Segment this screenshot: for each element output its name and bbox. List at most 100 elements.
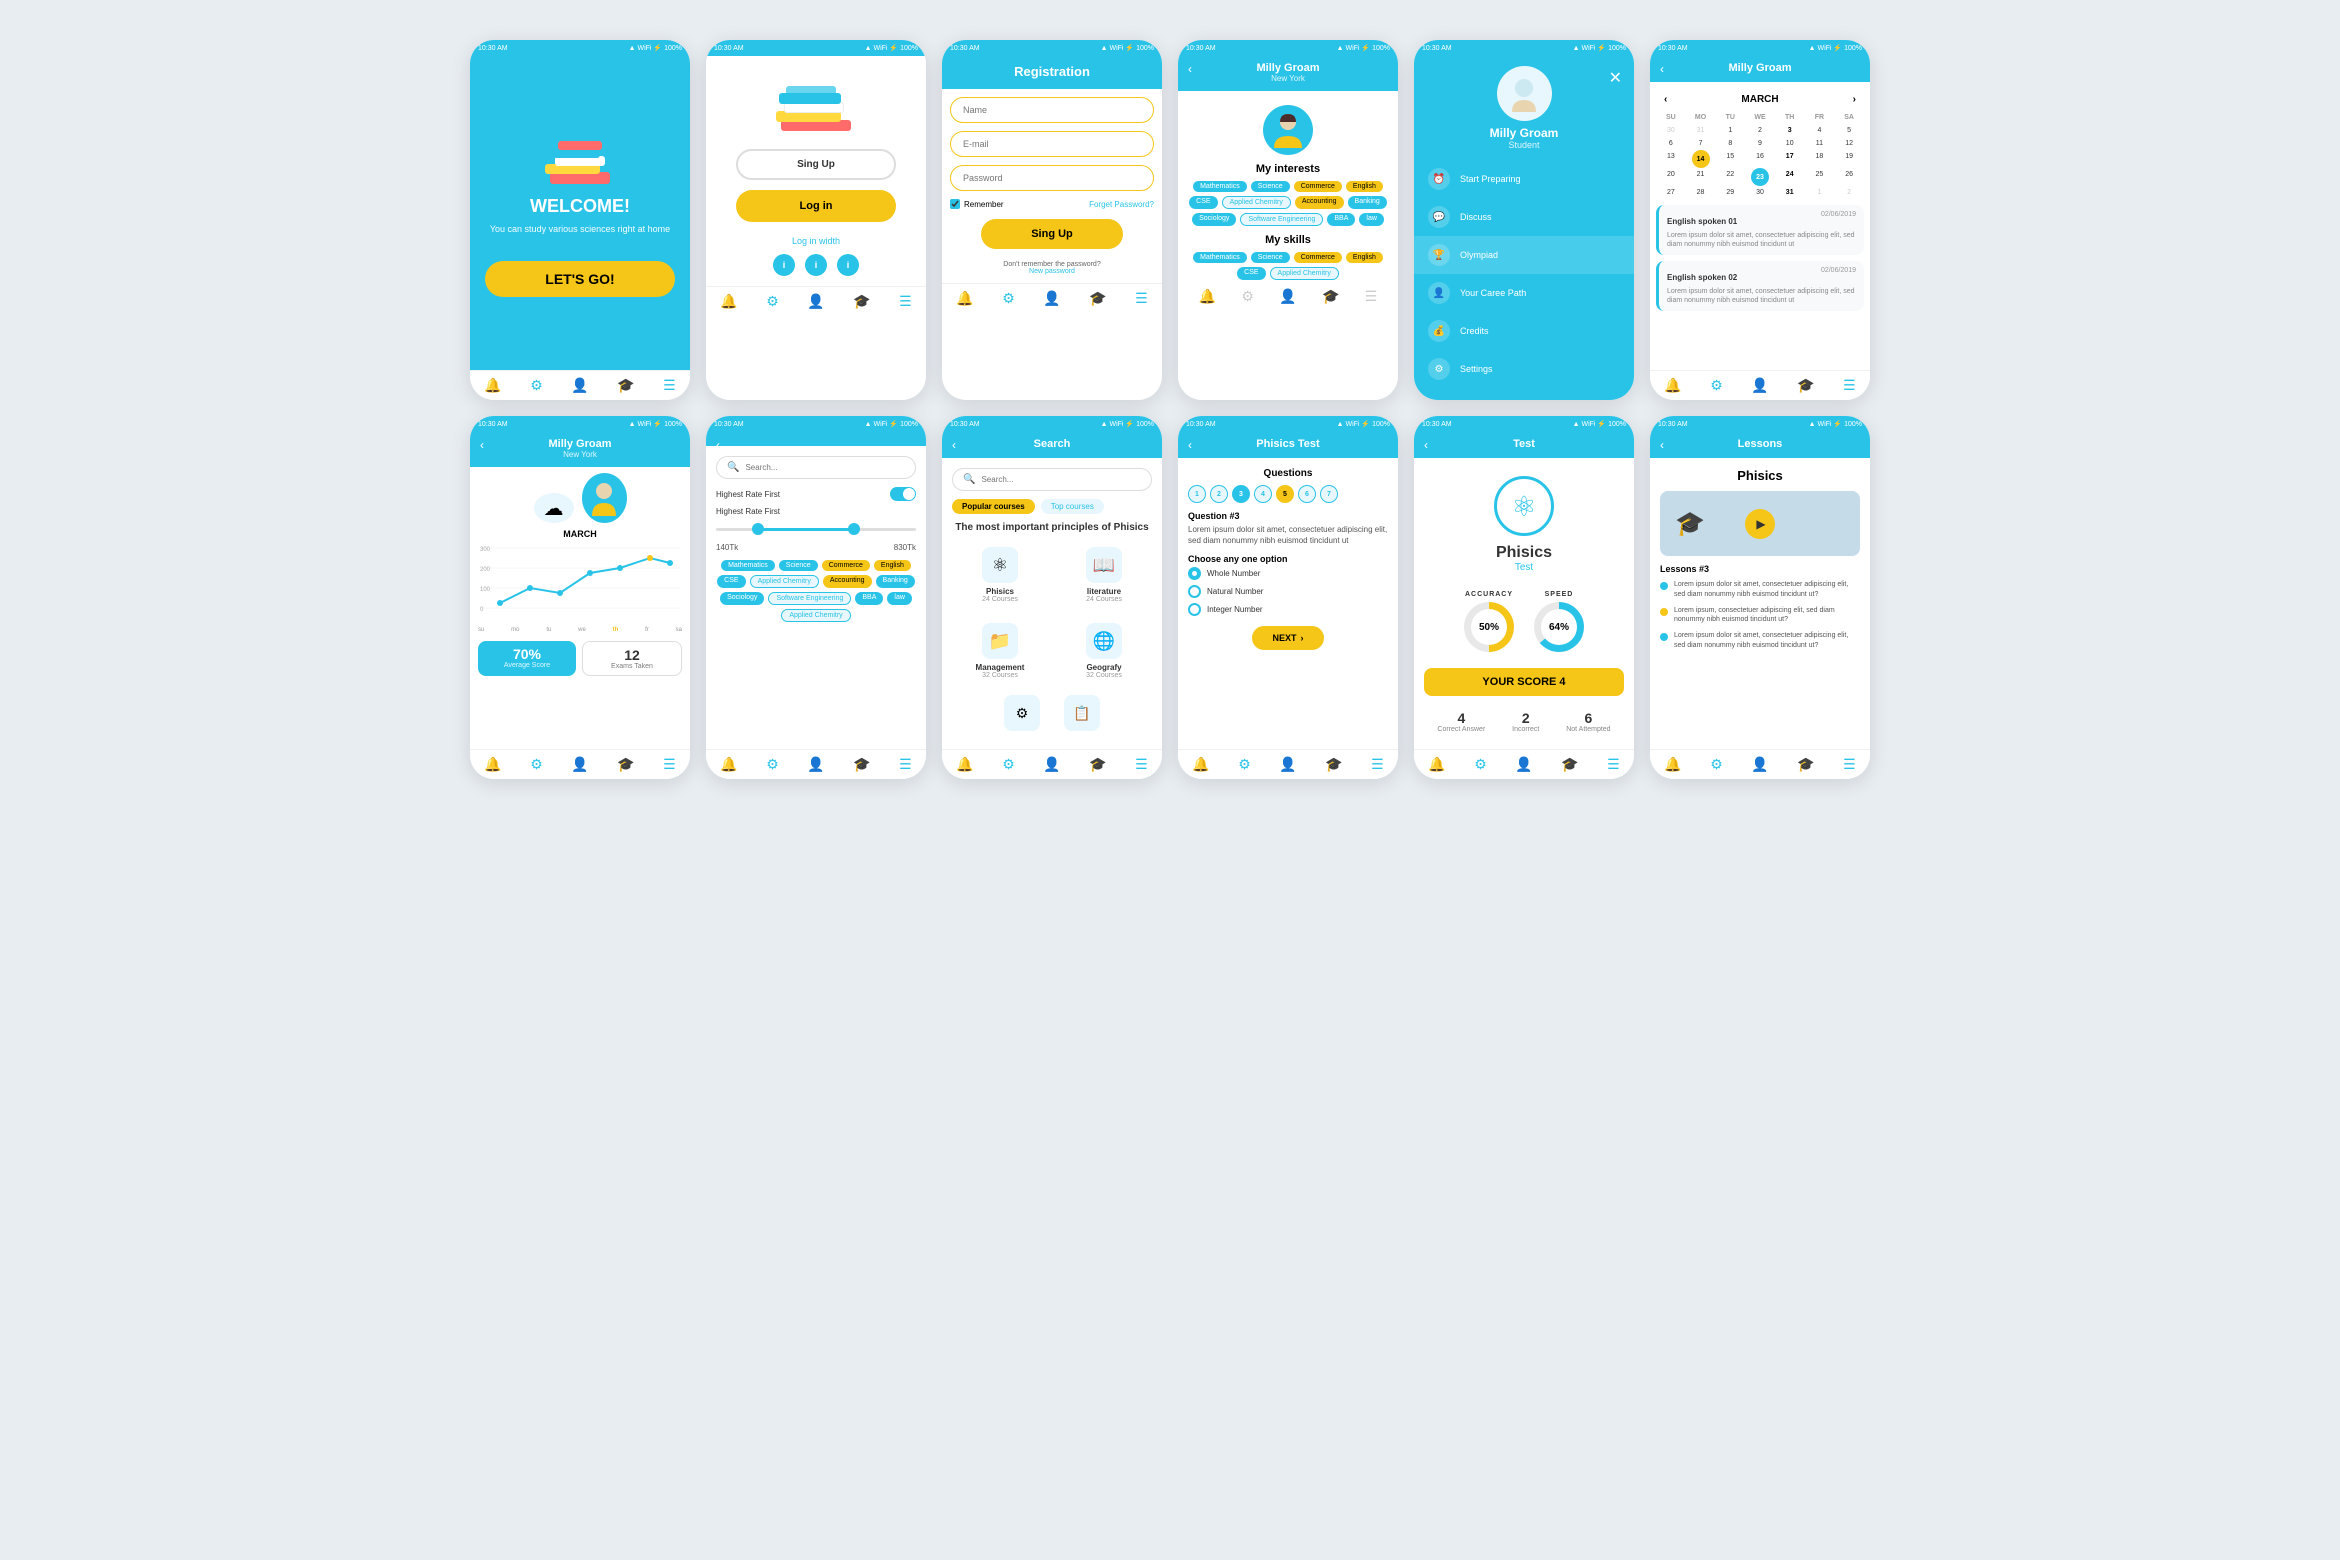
skill-commerce[interactable]: Commerce — [1294, 252, 1342, 263]
back-arrow-quiz[interactable]: ‹ — [1188, 438, 1192, 452]
menu-item-credits[interactable]: 💰 Credits — [1414, 312, 1634, 350]
f12-user[interactable]: 👤 — [1751, 756, 1768, 773]
cal-day-21[interactable]: 21 — [1686, 168, 1716, 186]
f2-gear[interactable]: ⚙ — [766, 293, 779, 310]
back-arrow-profile[interactable]: ‹ — [1188, 62, 1192, 76]
course-literature[interactable]: 📖 literature 24 Courses — [1056, 541, 1152, 609]
q-num-1[interactable]: 1 — [1188, 485, 1206, 503]
back-arrow-calendar[interactable]: ‹ — [1660, 62, 1664, 76]
tag-science[interactable]: Science — [1251, 181, 1290, 192]
search-results-input[interactable] — [981, 475, 1141, 484]
cal-day-5[interactable]: 5 — [1834, 124, 1864, 137]
cal-day-3[interactable]: 3 — [1775, 124, 1805, 137]
menu-item-discuss[interactable]: 💬 Discuss — [1414, 198, 1634, 236]
signup-button[interactable]: Sing Up — [736, 149, 896, 180]
f6-gear[interactable]: ⚙ — [1710, 377, 1723, 394]
f11-menu[interactable]: ☰ — [1607, 756, 1620, 773]
f8-menu[interactable]: ☰ — [899, 756, 912, 773]
cal-day-27[interactable]: 27 — [1656, 186, 1686, 199]
course-more1[interactable]: ⚙ — [1000, 691, 1044, 739]
range-handle-min[interactable] — [752, 523, 764, 535]
cal-day-18[interactable]: 18 — [1805, 150, 1835, 168]
q-num-3[interactable]: 3 — [1232, 485, 1250, 503]
skill-science[interactable]: Science — [1251, 252, 1290, 263]
ftag-science[interactable]: Science — [779, 560, 818, 571]
f11-cap[interactable]: 🎓 — [1561, 756, 1578, 773]
footer-bell-icon[interactable]: 🔔 — [484, 377, 501, 394]
f11-gear[interactable]: ⚙ — [1474, 756, 1487, 773]
f3-menu[interactable]: ☰ — [1135, 290, 1148, 307]
cal-day-17[interactable]: 17 — [1775, 150, 1805, 168]
social-icon-i3[interactable]: i — [837, 254, 859, 276]
tag-applied-chem[interactable]: Applied Chemitry — [1222, 196, 1291, 209]
q-num-5[interactable]: 5 — [1276, 485, 1294, 503]
reg-signup-button[interactable]: Sing Up — [981, 219, 1124, 249]
ftag-applied-chem[interactable]: Applied Chemitry — [750, 575, 819, 588]
play-button[interactable]: ▶ — [1745, 509, 1775, 539]
tag-mathematics[interactable]: Mathematics — [1193, 181, 1247, 192]
tag-sociology[interactable]: Sociology — [1192, 213, 1236, 226]
radio-natural[interactable] — [1188, 585, 1201, 598]
social-icon-i2[interactable]: i — [805, 254, 827, 276]
password-input[interactable] — [950, 165, 1154, 191]
profile-icon-gear[interactable]: ⚙ — [1241, 288, 1254, 305]
filter-search-input[interactable] — [745, 463, 905, 472]
course-phisics[interactable]: ⚛ Phisics 24 Courses — [952, 541, 1048, 609]
ftag-bba[interactable]: BBA — [855, 592, 883, 605]
cal-day-11[interactable]: 11 — [1805, 137, 1835, 150]
cal-day-26[interactable]: 26 — [1834, 168, 1864, 186]
remember-checkbox[interactable] — [950, 199, 960, 209]
f12-gear[interactable]: ⚙ — [1710, 756, 1723, 773]
f3-user[interactable]: 👤 — [1043, 290, 1060, 307]
f11-bell[interactable]: 🔔 — [1428, 756, 1445, 773]
ftag-sw-eng[interactable]: Software Engineering — [768, 592, 851, 605]
radio-whole[interactable] — [1188, 567, 1201, 580]
cal-day-14[interactable]: 14 — [1692, 150, 1710, 168]
cal-day-31prev[interactable]: 31 — [1686, 124, 1716, 137]
f9-bell[interactable]: 🔔 — [956, 756, 973, 773]
cal-day-19[interactable]: 19 — [1834, 150, 1864, 168]
back-arrow-filter[interactable]: ‹ — [716, 438, 720, 452]
cal-day-15[interactable]: 15 — [1715, 150, 1745, 168]
tag-cse[interactable]: CSE — [1189, 196, 1217, 209]
profile-icon-user[interactable]: 👤 — [1279, 288, 1296, 305]
f2-user[interactable]: 👤 — [807, 293, 824, 310]
f9-cap[interactable]: 🎓 — [1089, 756, 1106, 773]
tab-top[interactable]: Top courses — [1041, 499, 1104, 514]
login-button[interactable]: Log in — [736, 190, 896, 222]
ftag-sociology[interactable]: Sociology — [720, 592, 764, 605]
f10-user[interactable]: 👤 — [1279, 756, 1296, 773]
menu-item-settings[interactable]: ⚙ Settings — [1414, 350, 1634, 388]
back-arrow-lessons[interactable]: ‹ — [1660, 438, 1664, 452]
cal-day-2next[interactable]: 2 — [1834, 186, 1864, 199]
cal-day-20[interactable]: 20 — [1656, 168, 1686, 186]
cal-day-16[interactable]: 16 — [1745, 150, 1775, 168]
range-handle-max[interactable] — [848, 523, 860, 535]
ftag-commerce[interactable]: Commerce — [822, 560, 870, 571]
f12-bell[interactable]: 🔔 — [1664, 756, 1681, 773]
cal-day-30prev[interactable]: 30 — [1656, 124, 1686, 137]
option-integer-number[interactable]: Integer Number — [1188, 603, 1388, 616]
footer-gear-icon[interactable]: ⚙ — [530, 377, 543, 394]
cal-day-4[interactable]: 4 — [1805, 124, 1835, 137]
cal-day-6[interactable]: 6 — [1656, 137, 1686, 150]
tag-accounting[interactable]: Accounting — [1295, 196, 1344, 209]
f6-user[interactable]: 👤 — [1751, 377, 1768, 394]
f10-bell[interactable]: 🔔 — [1192, 756, 1209, 773]
f2-menu[interactable]: ☰ — [899, 293, 912, 310]
menu-item-career[interactable]: 👤 Your Caree Path — [1414, 274, 1634, 312]
cal-day-30[interactable]: 30 — [1745, 186, 1775, 199]
f6-menu[interactable]: ☰ — [1843, 377, 1856, 394]
footer-user-icon[interactable]: 👤 — [571, 377, 588, 394]
email-input[interactable] — [950, 131, 1154, 157]
f10-gear[interactable]: ⚙ — [1238, 756, 1251, 773]
tag-bba[interactable]: BBA — [1327, 213, 1355, 226]
course-more2[interactable]: 📋 — [1060, 691, 1104, 739]
f6-cap[interactable]: 🎓 — [1797, 377, 1814, 394]
f8-bell[interactable]: 🔔 — [720, 756, 737, 773]
cal-day-25[interactable]: 25 — [1805, 168, 1835, 186]
lets-go-button[interactable]: LET'S GO! — [485, 261, 675, 297]
next-month-button[interactable]: › — [1853, 94, 1856, 105]
cal-day-1[interactable]: 1 — [1715, 124, 1745, 137]
cal-day-10[interactable]: 10 — [1775, 137, 1805, 150]
